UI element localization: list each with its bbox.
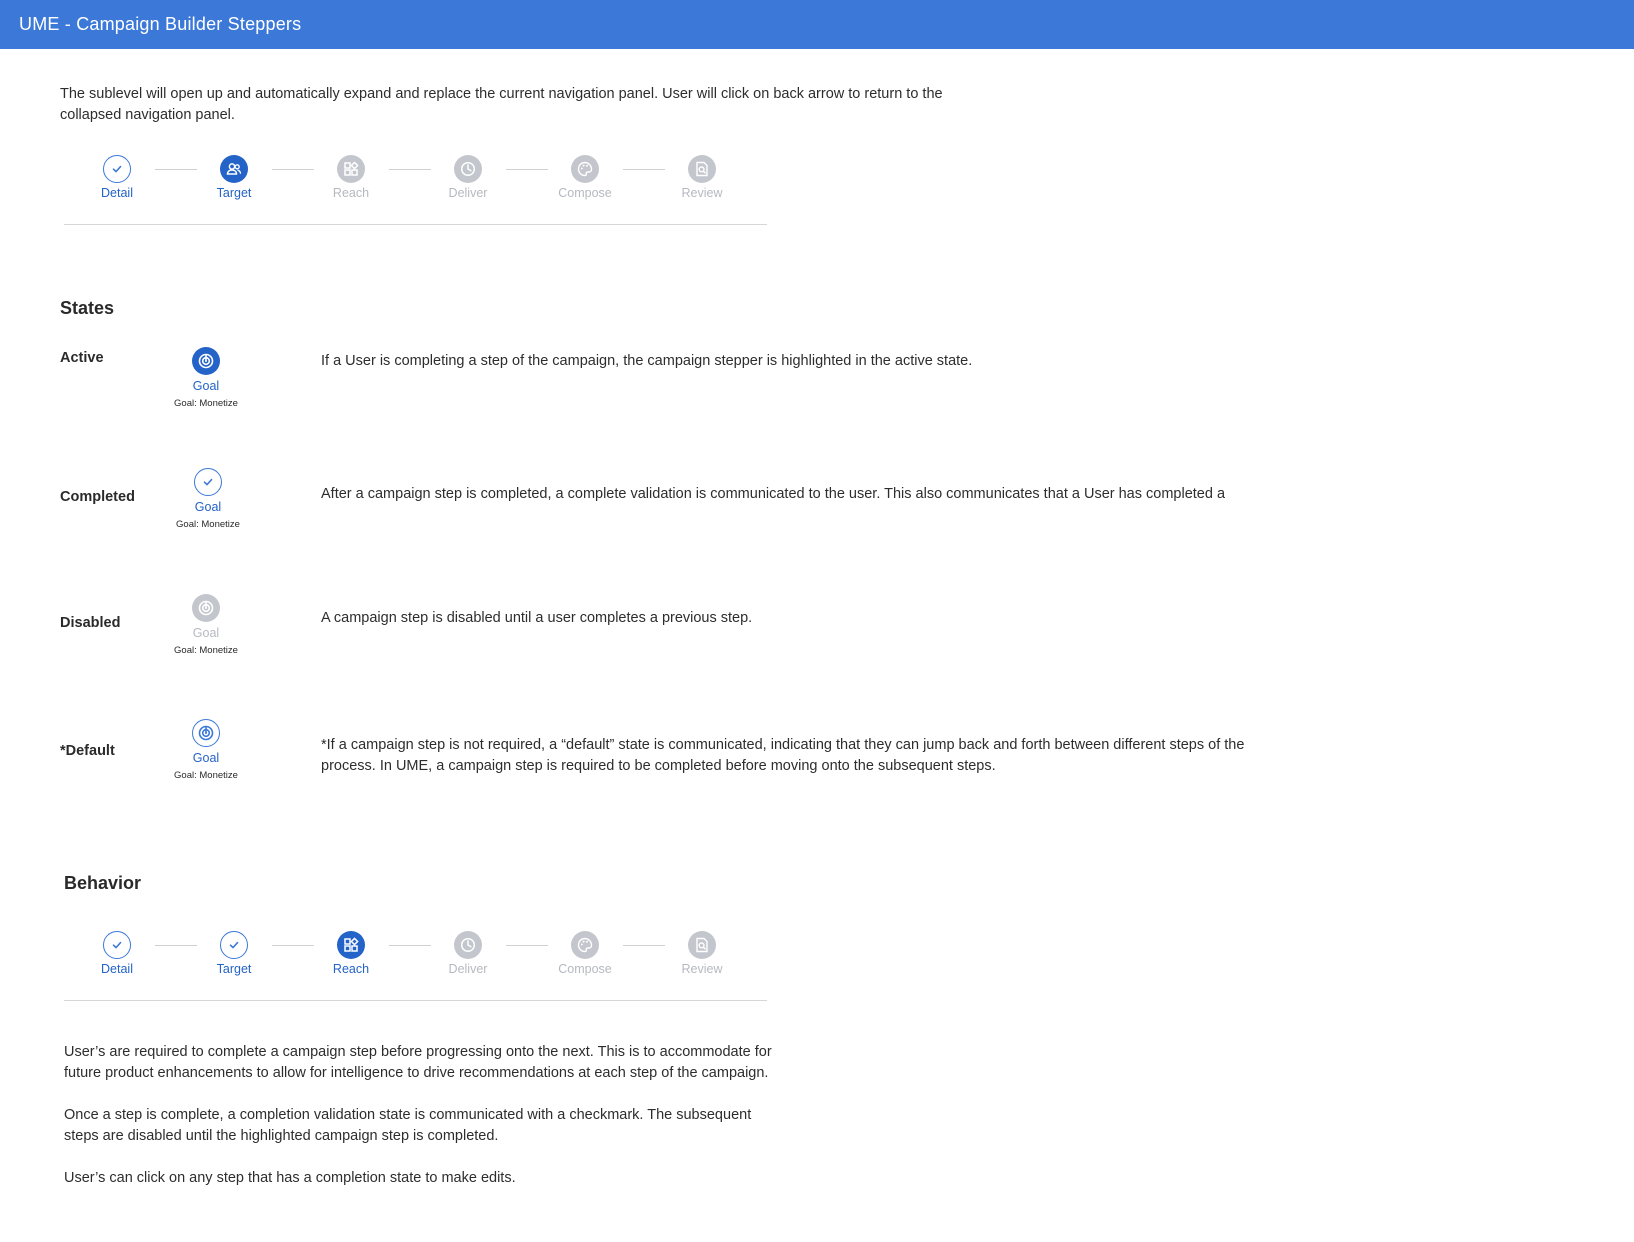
intro-text-line-1: The sublevel will open up and automatica… [60,86,943,102]
state-step-label: Goal [192,626,220,640]
top-step-compose: Compose [545,155,625,200]
state-description-default-line-1: *If a campaign step is not required, a “… [321,737,1245,753]
step-label: Detail [101,962,133,976]
step-connector [272,945,314,946]
check-icon [194,468,222,496]
behavior-text-1-line-1: User’s are required to complete a campai… [64,1044,772,1060]
state-example-default: Goal Goal: Monetize [161,719,251,781]
step-connector [623,169,665,170]
state-step-label: Goal [194,500,222,514]
behavior-text-2-line-1: Once a step is complete, a completion va… [64,1107,752,1123]
behavior-step-review: Review [662,931,742,976]
state-label-default: *Default [60,743,115,759]
states-heading: States [60,298,115,318]
behavior-step-deliver: Deliver [428,931,508,976]
state-example-completed: Goal Goal: Monetize [163,468,253,530]
clock-icon [454,931,482,959]
target-icon [192,719,220,747]
step-label: Deliver [448,962,488,976]
state-step-label: Goal [192,751,220,765]
step-label: Target [216,186,252,200]
top-step-target[interactable]: Target [194,155,274,200]
step-connector [389,945,431,946]
review-icon [688,155,716,183]
step-connector [506,945,548,946]
top-step-reach: Reach [311,155,391,200]
step-label: Reach [332,962,370,976]
behavior-step-target[interactable]: Target [194,931,274,976]
state-example-disabled: Goal Goal: Monetize [161,594,251,656]
state-description-completed: After a campaign step is completed, a co… [321,486,1226,502]
grid-icon [337,931,365,959]
state-step-sublabel: Goal: Monetize [174,398,238,409]
step-connector [272,169,314,170]
palette-icon [571,155,599,183]
intro-text-line-2: collapsed navigation panel. [60,107,235,123]
step-label: Compose [558,962,612,976]
target-icon [192,594,220,622]
step-label: Review [681,962,723,976]
state-description-default-line-2: process. In UME, a campaign step is requ… [321,758,996,774]
state-label-active: Active [60,350,104,366]
stepper-divider [64,1000,767,1001]
step-label: Detail [101,186,133,200]
top-step-deliver: Deliver [428,155,508,200]
state-step-label: Goal [192,379,220,393]
behavior-text-1-line-2: future product enhancements to allow for… [64,1065,769,1081]
behavior-step-detail[interactable]: Detail [77,931,157,976]
step-connector [389,169,431,170]
stepper-divider [64,224,767,225]
step-connector [155,945,197,946]
check-icon [103,931,131,959]
step-label: Target [216,962,252,976]
behavior-text-2-line-2: steps are disabled until the highlighted… [64,1128,499,1144]
top-step-detail[interactable]: Detail [77,155,157,200]
state-step-sublabel: Goal: Monetize [176,519,240,530]
state-step-sublabel: Goal: Monetize [174,645,238,656]
behavior-text-3: User’s can click on any step that has a … [64,1170,516,1186]
state-example-active: Goal Goal: Monetize [161,347,251,409]
state-label-disabled: Disabled [60,615,121,631]
top-step-review: Review [662,155,742,200]
grid-icon [337,155,365,183]
check-icon [220,931,248,959]
campaign-stepper-top: Detail Target Reach Deliver Compose Review [62,155,767,225]
state-label-completed: Completed [60,489,135,505]
header-bar: UME - Campaign Builder Steppers [0,0,1634,49]
step-connector [623,945,665,946]
target-icon [192,347,220,375]
behavior-heading: Behavior [64,873,142,893]
palette-icon [571,931,599,959]
step-label: Review [681,186,723,200]
step-connector [155,169,197,170]
state-step-sublabel: Goal: Monetize [174,770,238,781]
state-description-active: If a User is completing a step of the ca… [321,353,973,369]
clock-icon [454,155,482,183]
check-icon [103,155,131,183]
behavior-step-compose: Compose [545,931,625,976]
state-description-disabled: A campaign step is disabled until a user… [321,610,753,626]
step-label: Reach [332,186,370,200]
campaign-stepper-behavior: Detail Target Reach Deliver Compose Review [62,931,767,1001]
review-icon [688,931,716,959]
step-connector [506,169,548,170]
users-icon [220,155,248,183]
step-label: Deliver [448,186,488,200]
page-title: UME - Campaign Builder Steppers [19,14,302,34]
behavior-step-reach[interactable]: Reach [311,931,391,976]
step-label: Compose [558,186,612,200]
